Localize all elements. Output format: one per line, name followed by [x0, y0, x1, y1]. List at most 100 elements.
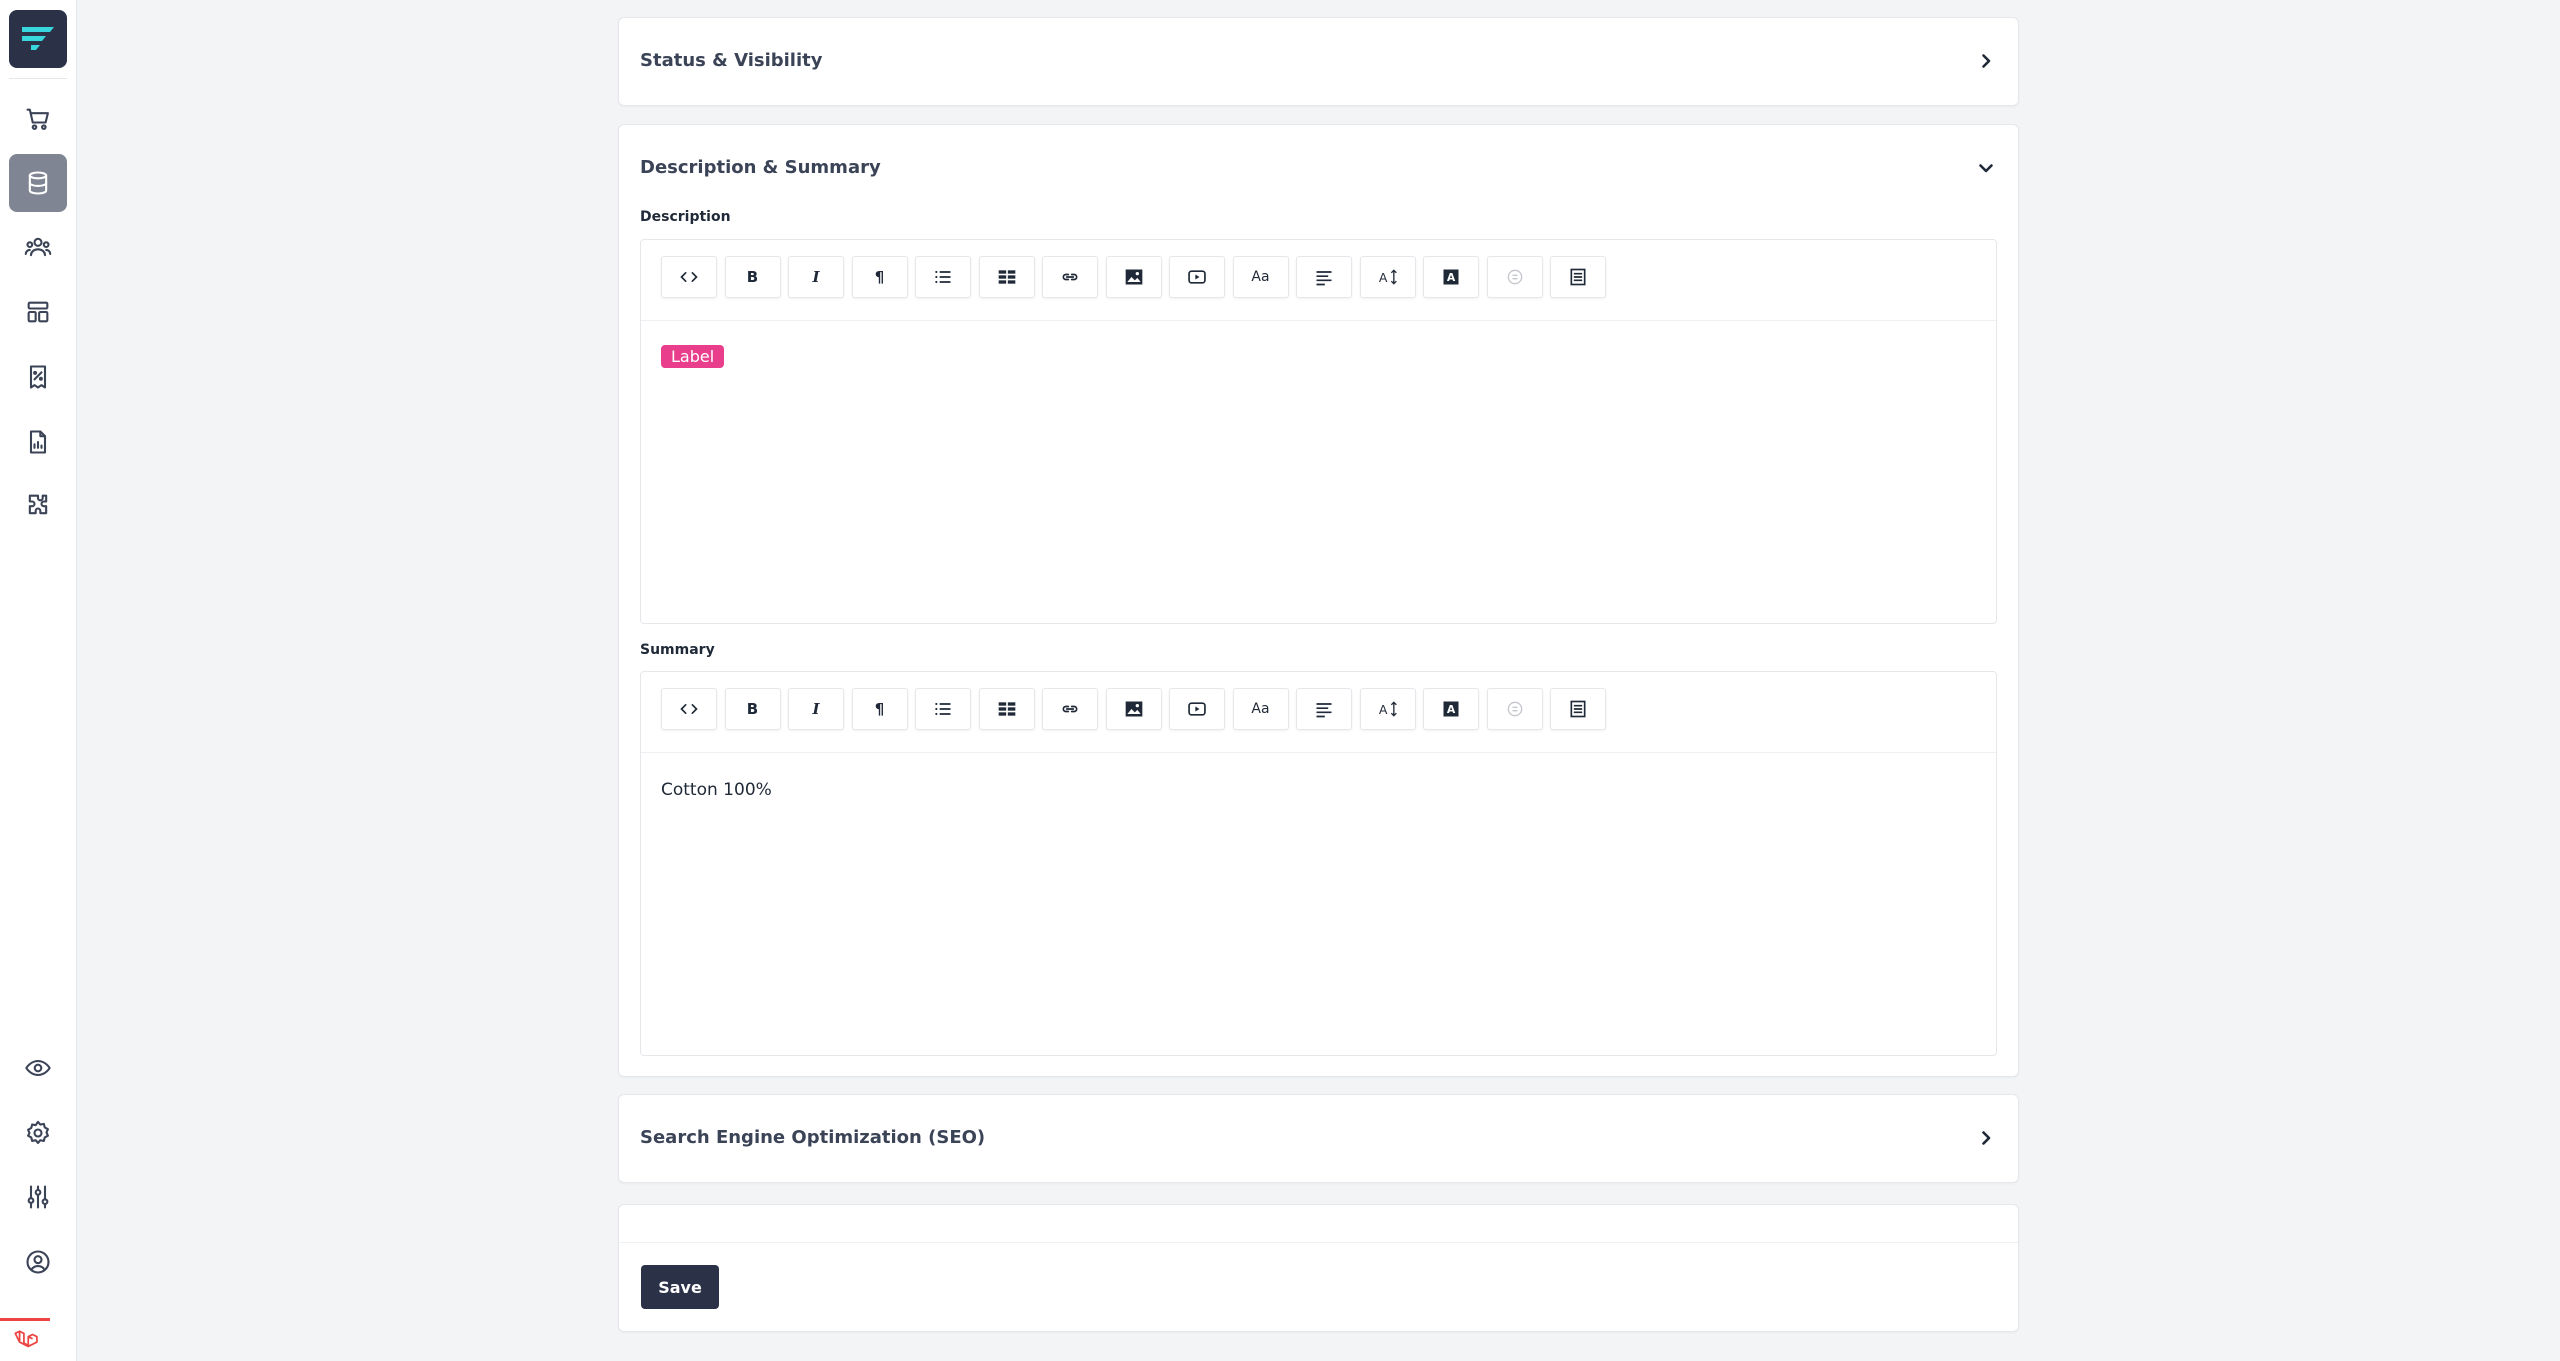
database-icon	[28, 171, 48, 195]
font-color-button[interactable]: A	[1423, 688, 1479, 730]
logo-divider	[9, 78, 67, 79]
status-visibility-title[interactable]: Status & Visibility	[640, 50, 822, 71]
nav-adjustments[interactable]	[9, 1168, 67, 1226]
code-icon	[680, 704, 698, 714]
summary-content[interactable]: Cotton 100%	[661, 780, 772, 800]
bold-icon: B	[746, 268, 759, 286]
line-height-button[interactable]: A	[1359, 256, 1416, 298]
nav-reports[interactable]	[9, 413, 67, 471]
logo-icon	[22, 27, 54, 50]
gear-icon	[27, 1120, 49, 1144]
nav-account[interactable]	[9, 1233, 67, 1291]
svg-text:A: A	[1447, 703, 1456, 716]
source-code-button[interactable]	[661, 256, 717, 298]
laravel-icon	[14, 1330, 38, 1348]
pilcrow-icon: ¶	[874, 700, 885, 718]
image-icon	[1125, 269, 1142, 285]
summary-editor[interactable]: B I ¶ Aa A A Cotton 100%	[640, 671, 1997, 1056]
document-button[interactable]	[1550, 688, 1606, 730]
align-left-icon	[1316, 703, 1332, 718]
code-icon	[680, 272, 698, 282]
shopping-cart-icon	[26, 108, 49, 130]
bold-icon: B	[746, 700, 759, 718]
nav-view-store[interactable]	[9, 1039, 67, 1097]
list-button[interactable]	[915, 688, 971, 730]
font-size-button[interactable]: Aa	[1232, 256, 1289, 298]
circle-disabled-icon	[1507, 701, 1522, 717]
list-icon	[935, 270, 951, 284]
image-button[interactable]	[1105, 256, 1162, 298]
table-button[interactable]	[978, 688, 1035, 730]
seo-card: Search Engine Optimization (SEO)	[618, 1094, 2019, 1183]
description-summary-title[interactable]: Description & Summary	[640, 157, 881, 178]
link-button[interactable]	[1042, 256, 1098, 298]
chevron-down-icon	[1979, 164, 1993, 173]
circle-disabled-icon	[1507, 269, 1522, 285]
font-size-button[interactable]: Aa	[1232, 688, 1289, 730]
table-icon	[998, 270, 1015, 284]
save-button[interactable]: Save	[641, 1265, 719, 1309]
font-color-icon: A	[1443, 269, 1459, 285]
svg-text:A: A	[1378, 702, 1387, 717]
disabled-tool-button[interactable]	[1486, 688, 1543, 730]
document-icon	[1570, 700, 1586, 718]
users-icon	[24, 237, 52, 257]
description-toolbar: B I ¶ Aa A A	[641, 240, 1996, 321]
svg-text:A: A	[1447, 271, 1456, 284]
description-content[interactable]: Label	[661, 345, 725, 368]
line-height-icon: A	[1378, 269, 1397, 285]
status-visibility-card: Status & Visibility	[618, 17, 2019, 106]
image-button[interactable]	[1105, 688, 1162, 730]
footer-divider	[619, 1242, 2018, 1243]
layout-icon	[27, 301, 49, 323]
nav-discounts[interactable]	[9, 348, 67, 406]
list-button[interactable]	[915, 256, 971, 298]
video-button[interactable]	[1169, 256, 1225, 298]
source-code-button[interactable]	[661, 688, 717, 730]
paragraph-button[interactable]: ¶	[851, 256, 908, 298]
nav-layout[interactable]	[9, 283, 67, 341]
video-button[interactable]	[1169, 688, 1225, 730]
collapse-description-summary[interactable]	[1976, 158, 1996, 178]
disabled-tool-button[interactable]	[1486, 256, 1543, 298]
svg-text:A: A	[1378, 270, 1387, 285]
expand-status-visibility[interactable]	[1976, 51, 1996, 71]
bold-button[interactable]: B	[724, 256, 781, 298]
paragraph-button[interactable]: ¶	[851, 688, 908, 730]
nav-products[interactable]	[9, 154, 67, 212]
align-left-icon	[1316, 271, 1332, 286]
nav-settings[interactable]	[9, 1104, 67, 1162]
italic-button[interactable]: I	[788, 688, 844, 730]
italic-icon: I	[812, 700, 820, 718]
seo-title[interactable]: Search Engine Optimization (SEO)	[640, 1127, 985, 1148]
document-icon	[1570, 268, 1586, 286]
table-button[interactable]	[978, 256, 1035, 298]
italic-icon: I	[812, 268, 820, 286]
line-height-button[interactable]: A	[1359, 688, 1416, 730]
debugbar-toggle[interactable]	[0, 1318, 50, 1361]
nav-extensions[interactable]	[9, 476, 67, 534]
app-logo[interactable]	[9, 10, 67, 68]
eye-icon	[25, 1059, 51, 1077]
bold-button[interactable]: B	[724, 688, 781, 730]
chevron-right-icon	[1982, 1131, 1991, 1145]
puzzle-icon	[28, 494, 48, 515]
nav-orders[interactable]	[9, 90, 67, 148]
expand-seo[interactable]	[1976, 1128, 1996, 1148]
link-button[interactable]	[1042, 688, 1098, 730]
font-color-button[interactable]: A	[1423, 256, 1479, 298]
document-button[interactable]	[1550, 256, 1606, 298]
font-size-icon: Aa	[1251, 269, 1270, 285]
align-button[interactable]	[1296, 688, 1352, 730]
table-icon	[998, 702, 1015, 716]
align-button[interactable]	[1296, 256, 1352, 298]
nav-customers[interactable]	[9, 218, 67, 276]
description-editor[interactable]: B I ¶ Aa A A Label	[640, 239, 1997, 624]
italic-button[interactable]: I	[788, 256, 844, 298]
sliders-icon	[27, 1185, 49, 1209]
link-icon	[1062, 705, 1078, 713]
font-color-icon: A	[1443, 701, 1459, 717]
sidebar	[0, 0, 77, 1361]
report-chart-icon	[29, 430, 47, 454]
list-icon	[935, 702, 951, 716]
